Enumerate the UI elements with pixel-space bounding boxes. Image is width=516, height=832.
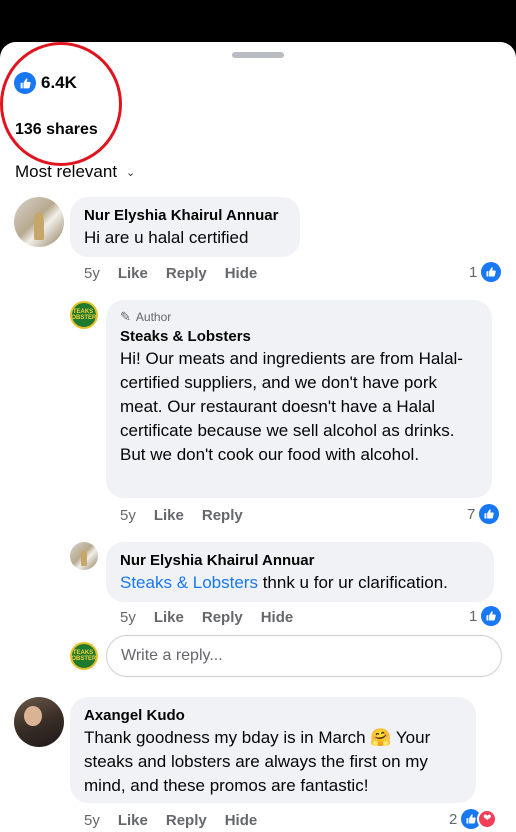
comment-bubble: ✎ Author Steaks & Lobsters Hi! Our meats… — [106, 300, 492, 498]
reply-placeholder: Write a reply... — [121, 647, 223, 664]
reply-input[interactable]: Write a reply... — [106, 635, 502, 677]
love-reaction-icon: ❤ — [477, 809, 498, 829]
comment-time: 5y — [84, 811, 100, 829]
like-reaction-icon — [481, 262, 502, 282]
comment-text: Steaks & Lobsters thnk u for ur clarific… — [120, 571, 481, 595]
comment-actions: 5y Like Reply Hide — [84, 810, 275, 830]
like-button[interactable]: Like — [118, 265, 148, 282]
comment-text-body: thnk u for ur clarification. — [257, 573, 448, 592]
comment-author[interactable]: Nur Elyshia Khairul Annuar — [84, 206, 287, 226]
avatar[interactable] — [70, 542, 98, 570]
shares-count[interactable]: 136 shares — [15, 121, 98, 139]
reply-button[interactable]: Reply — [166, 812, 207, 829]
comments-sheet: 6.4K 136 shares Most relevant ⌄ Nur Elys… — [0, 42, 516, 832]
comment-reactions[interactable]: 1 — [469, 261, 502, 283]
reaction-number: 1 — [469, 607, 478, 625]
comment-actions: 5y Like Reply Hide — [84, 263, 275, 283]
page-avatar[interactable]: STEAKS & LOBSTERS — [70, 301, 98, 329]
reply-button[interactable]: Reply — [202, 507, 243, 524]
sort-dropdown[interactable]: Most relevant ⌄ — [15, 162, 135, 182]
reactions-summary[interactable]: 6.4K — [14, 72, 77, 94]
avatar[interactable] — [14, 697, 64, 747]
comment-reactions[interactable]: 7 — [467, 503, 500, 525]
annotation-circle — [0, 42, 122, 166]
drag-handle[interactable] — [232, 52, 284, 58]
mention-link[interactable]: Steaks & Lobsters — [120, 573, 258, 592]
reaction-number: 7 — [467, 505, 476, 523]
chevron-down-icon: ⌄ — [126, 166, 136, 179]
like-button[interactable]: Like — [154, 609, 184, 626]
like-reaction-icon — [481, 606, 502, 626]
comment-bubble: Nur Elyshia Khairul Annuar Hi are u hala… — [70, 197, 300, 257]
like-reaction-icon — [14, 72, 36, 94]
reply-button[interactable]: Reply — [202, 609, 243, 626]
reaction-count: 6.4K — [41, 73, 77, 92]
comment-bubble: Nur Elyshia Khairul Annuar Steaks & Lobs… — [106, 542, 494, 602]
reply-button[interactable]: Reply — [166, 265, 207, 282]
comment-author[interactable]: Axangel Kudo — [84, 706, 463, 726]
sort-label: Most relevant — [15, 162, 118, 181]
comment-actions: 5y Like Reply Hide — [120, 607, 311, 627]
like-button[interactable]: Like — [154, 507, 184, 524]
comment-bubble: Axangel Kudo Thank goodness my bday is i… — [70, 697, 476, 803]
comment-text: Hi are u halal certified — [84, 228, 249, 247]
comment-reactions[interactable]: 1 — [469, 605, 502, 627]
author-tag-label: Author — [135, 310, 172, 324]
comment-time: 5y — [120, 506, 136, 524]
page-avatar: STEAKS & LOBSTERS — [70, 642, 98, 670]
comment-reactions[interactable]: 2 ❤ — [449, 808, 498, 830]
hide-button[interactable]: Hide — [225, 265, 258, 282]
like-reaction-icon — [479, 504, 500, 524]
hide-button[interactable]: Hide — [225, 812, 258, 829]
hide-button[interactable]: Hide — [261, 609, 294, 626]
reaction-number: 2 — [449, 810, 458, 828]
comment-actions: 5y Like Reply — [120, 505, 261, 525]
pencil-icon: ✎ — [120, 309, 131, 324]
comment-text: Hi! Our meats and ingredients are from H… — [120, 349, 463, 464]
logo-text: STEAKS & LOBSTERS — [70, 309, 97, 321]
comment-author[interactable]: Steaks & Lobsters — [120, 327, 479, 347]
reaction-number: 1 — [469, 263, 478, 281]
author-tag: ✎ Author — [120, 309, 479, 325]
comment-time: 5y — [84, 264, 100, 282]
comment-text: Thank goodness my bday is in March 🤗 You… — [84, 728, 431, 795]
like-button[interactable]: Like — [118, 812, 148, 829]
logo-text: STEAKS & LOBSTERS — [70, 650, 97, 662]
avatar[interactable] — [14, 197, 64, 247]
comment-author[interactable]: Nur Elyshia Khairul Annuar — [120, 551, 481, 571]
comment-time: 5y — [120, 608, 136, 626]
